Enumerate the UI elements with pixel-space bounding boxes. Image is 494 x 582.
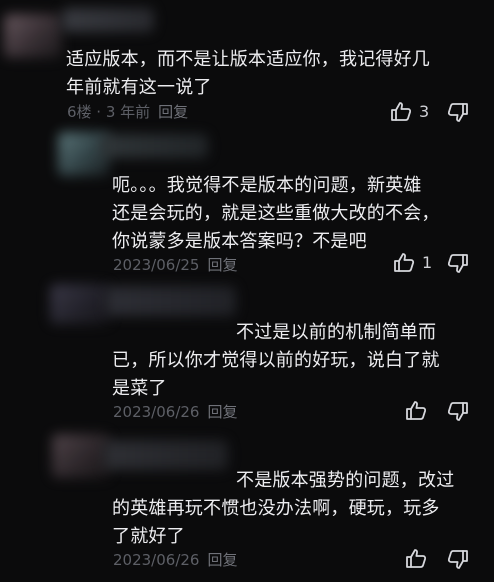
reply-button[interactable]: 回复: [158, 103, 188, 121]
avatar-blurred: [4, 14, 62, 58]
comment-meta: 2023/06/26 回复: [113, 551, 237, 569]
username-blurred: [62, 8, 154, 32]
comment-line-2: 年前就有这一说了: [66, 77, 212, 98]
like-button[interactable]: 3: [389, 100, 429, 124]
dislike-button[interactable]: [446, 100, 470, 124]
avatar-blurred: [50, 284, 110, 324]
comment-item-2: 呃。。。我觉得不是版本的问题，新英雄 还是会玩的，就是这些重做大改的不会， 你说…: [0, 130, 494, 280]
thumbs-down-icon: [446, 251, 470, 275]
thumbs-down-icon: [446, 100, 470, 124]
thumbs-up-icon: [404, 547, 428, 571]
dislike-button[interactable]: [446, 251, 470, 275]
comment-date: 2023/06/26: [113, 403, 200, 421]
dislike-button[interactable]: [446, 399, 470, 423]
comment-meta: 2023/06/25 回复: [113, 256, 237, 274]
username-blurred: [106, 286, 236, 316]
reply-button[interactable]: 回复: [207, 551, 237, 569]
comment-line-1: 适应版本，而不是让版本适应你，我记得好几: [66, 49, 430, 70]
like-button[interactable]: [404, 399, 434, 423]
reply-button[interactable]: 回复: [207, 403, 237, 421]
comment-line-3: 了就好了: [112, 526, 185, 547]
comment-meta: 2023/06/26 回复: [113, 403, 237, 421]
dislike-button[interactable]: [446, 547, 470, 571]
thumbs-up-icon: [389, 100, 413, 124]
avatar-blurred: [52, 434, 110, 478]
thumbs-up-icon: [392, 251, 416, 275]
thumbs-down-icon: [446, 547, 470, 571]
comment-line-3: 你说蒙多是版本答案吗？不是吧: [112, 231, 367, 252]
comment-date: 2023/06/25: [113, 256, 200, 274]
comment-line-1: 不过是以前的机制简单而: [236, 322, 437, 343]
thumbs-down-icon: [446, 399, 470, 423]
comment-item-1: 适应版本，而不是让版本适应你，我记得好几 年前就有这一说了 6楼 · 3 年前回…: [0, 0, 494, 130]
comment-floor-time: 6楼 · 3 年前: [67, 103, 151, 121]
thumbs-up-icon: [404, 399, 428, 423]
username-blurred: [100, 134, 208, 158]
comment-item-3: 不过是以前的机制简单而 已，所以你才觉得以前的好玩，说白了就 是菜了 2023/…: [0, 280, 494, 430]
username-blurred: [104, 440, 228, 470]
comment-line-1: 不是版本强势的问题，改过: [236, 470, 455, 491]
comment-item-4: 不是版本强势的问题，改过 的英雄再玩不惯也没办法啊，硬玩，玩多 了就好了 202…: [0, 430, 494, 582]
comment-line-1: 呃。。。我觉得不是版本的问题，新英雄: [112, 175, 422, 196]
reply-button[interactable]: 回复: [207, 256, 237, 274]
comment-line-2: 的英雄再玩不惯也没办法啊，硬玩，玩多: [112, 498, 440, 519]
comment-line-2: 还是会玩的，就是这些重做大改的不会，: [112, 203, 440, 224]
comment-date: 2023/06/26: [113, 551, 200, 569]
comment-line-3: 是菜了: [112, 378, 167, 399]
like-button[interactable]: [404, 547, 434, 571]
like-button[interactable]: 1: [392, 251, 432, 275]
like-count: 1: [422, 253, 433, 272]
like-count: 3: [419, 102, 430, 121]
comment-line-2: 已，所以你才觉得以前的好玩，说白了就: [112, 350, 440, 371]
comment-meta: 6楼 · 3 年前 回复: [67, 103, 188, 121]
